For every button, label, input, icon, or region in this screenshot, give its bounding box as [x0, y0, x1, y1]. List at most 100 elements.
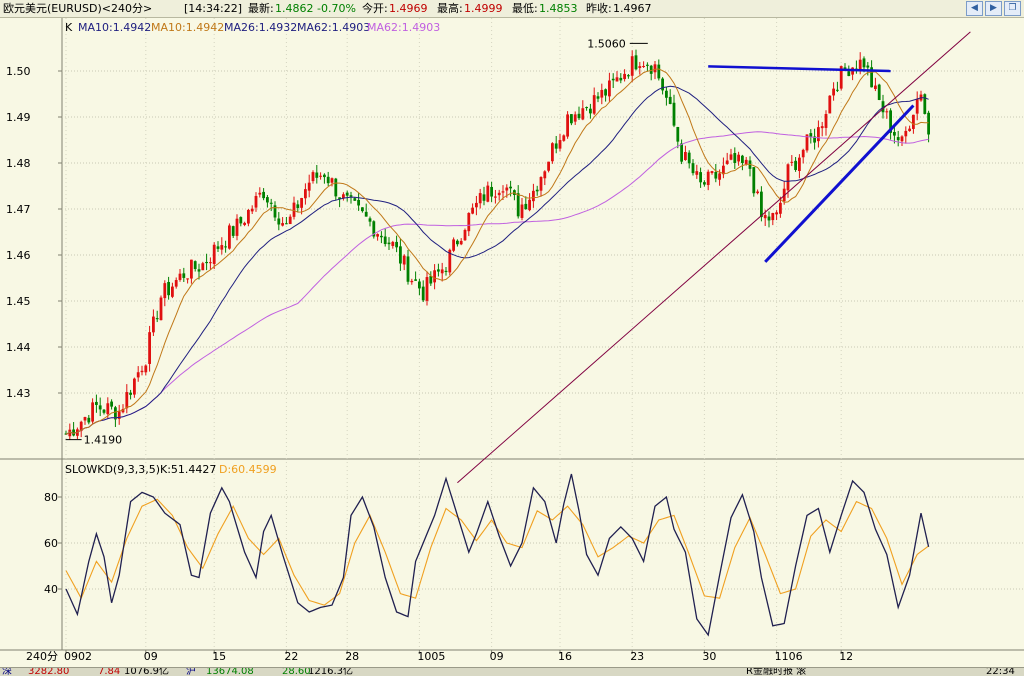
candle-body	[368, 218, 372, 222]
date-label: 16	[558, 650, 572, 663]
candle-body	[152, 316, 155, 333]
date-label: 09	[490, 650, 504, 663]
candle-body	[345, 192, 349, 196]
candle-body	[110, 401, 113, 407]
candle-body	[630, 56, 634, 76]
candle-body	[102, 409, 106, 413]
candle-body	[395, 241, 398, 248]
candle	[159, 295, 163, 321]
last-price-label: 最新:	[248, 2, 274, 15]
candle-body	[646, 64, 649, 66]
change-percent: -0.70%	[317, 2, 356, 15]
candle-body	[573, 114, 577, 122]
candle-body	[896, 137, 900, 141]
candle-body	[790, 161, 794, 163]
candle-body	[733, 153, 737, 163]
candle-body	[691, 163, 695, 174]
candle-body	[509, 186, 512, 189]
candle-body	[475, 202, 478, 208]
date-label: 1106	[775, 650, 803, 663]
candle-body	[364, 211, 368, 217]
candle-body	[543, 171, 547, 179]
ma-legend-item: MA10:1.4942	[151, 21, 224, 34]
candle-body	[554, 143, 558, 149]
candle-body	[585, 107, 588, 109]
candle-body	[323, 174, 326, 178]
candle-body	[91, 402, 94, 422]
candle-body	[178, 273, 182, 280]
candle-body	[893, 131, 896, 136]
candle-body	[801, 149, 805, 158]
candle-body	[467, 212, 471, 232]
candle-body	[478, 193, 482, 204]
candle-body	[547, 161, 550, 171]
candle-body	[209, 262, 212, 264]
candle-body	[699, 172, 702, 183]
candle-body	[262, 191, 265, 199]
candle-body	[319, 175, 322, 177]
title-bar: 欧元美元(EURUSD)<240分> [14:34:22] 最新: 1.4862…	[0, 0, 1024, 18]
candle	[923, 93, 927, 115]
candle-body	[657, 64, 661, 79]
candle-body	[307, 182, 311, 191]
candle-body	[399, 246, 402, 264]
candle-body	[383, 236, 387, 245]
candle	[228, 223, 231, 250]
candle-body	[570, 114, 573, 124]
candlestick-chart[interactable]: 1.43 1.44 1.45 1.46 1.47 1.48 1.49 1.50 40 60 80 09…	[0, 18, 1024, 667]
candle-body	[535, 189, 539, 192]
candle-body	[277, 218, 281, 225]
candle-body	[281, 223, 284, 226]
candle-body	[433, 270, 436, 283]
candle-body	[703, 182, 706, 185]
candle-body	[205, 261, 208, 264]
date-label: 28	[345, 650, 359, 663]
candle-body	[201, 263, 205, 271]
candle-body	[163, 283, 167, 299]
candle-body	[653, 64, 657, 73]
candle-body	[577, 113, 581, 119]
candle-body	[159, 297, 163, 321]
candle-body	[779, 202, 782, 214]
arrow-right-icon[interactable]: ▶	[985, 1, 1002, 16]
open-label: 今开:	[362, 2, 388, 15]
candle-body	[710, 171, 714, 174]
candle-body	[406, 256, 410, 282]
kd-panel-title: SLOWKD(9,3,3,5)	[65, 463, 160, 476]
candle-body	[528, 199, 531, 211]
date-label: 0902	[64, 650, 92, 663]
candle-body	[866, 65, 870, 68]
price-tick-label: 1.46	[6, 249, 31, 262]
candle-body	[425, 277, 429, 301]
candle-body	[212, 244, 216, 264]
candle-body	[247, 209, 250, 224]
arrow-left-icon[interactable]: ◀	[966, 1, 983, 16]
candle-body	[809, 133, 813, 137]
candle-body	[923, 94, 927, 114]
candle-body	[551, 143, 554, 162]
candle-body	[760, 191, 763, 218]
candle-body	[224, 246, 227, 248]
candle-body	[258, 192, 262, 195]
candle-body	[611, 78, 615, 81]
candle-body	[182, 273, 186, 278]
candle-body	[915, 98, 919, 114]
restore-window-icon[interactable]: ❐	[1004, 1, 1021, 16]
date-label: 15	[212, 650, 226, 663]
candle-body	[600, 89, 604, 98]
candle-body	[763, 215, 767, 219]
candle-body	[444, 270, 448, 272]
candle-body	[133, 378, 136, 395]
candle-body	[418, 281, 421, 289]
candle-body	[627, 75, 630, 77]
candle-body	[714, 171, 718, 179]
ma-legend-item: MA62:1.4903	[297, 21, 370, 34]
candle-body	[828, 95, 832, 114]
candle-body	[741, 155, 744, 163]
candle-body	[786, 164, 790, 191]
candle-body	[95, 401, 98, 405]
candle-body	[349, 195, 353, 197]
period-label: 240分	[26, 650, 58, 663]
candle	[562, 134, 566, 142]
candle-body	[638, 66, 642, 68]
